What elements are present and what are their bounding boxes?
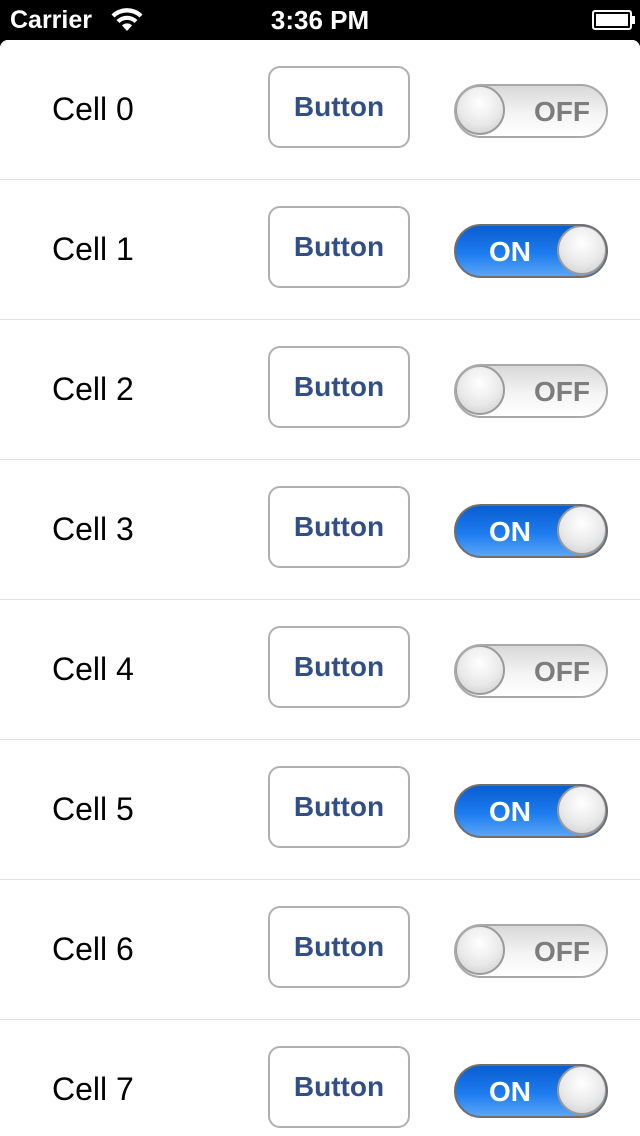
table-row[interactable]: Cell 4 Button OFF (0, 600, 640, 741)
toggle-switch[interactable]: OFF (454, 364, 608, 418)
switch-state-label: OFF (534, 936, 590, 967)
table-row[interactable]: Cell 3 Button ON (0, 460, 640, 601)
cell-button[interactable]: Button (268, 486, 410, 568)
toggle-switch[interactable]: OFF (454, 924, 608, 978)
toggle-switch[interactable]: ON (454, 504, 608, 558)
switch-knob[interactable] (557, 1066, 606, 1115)
toggle-switch[interactable]: ON (454, 784, 608, 838)
cell-label: Cell 0 (52, 91, 134, 127)
toggle-switch[interactable]: ON (454, 224, 608, 278)
cell-label: Cell 1 (52, 231, 134, 267)
switch-state-label: OFF (534, 376, 590, 407)
toggle-switch[interactable]: OFF (454, 644, 608, 698)
cell-button[interactable]: Button (268, 906, 410, 988)
cell-label: Cell 6 (52, 931, 134, 967)
switch-knob[interactable] (557, 506, 606, 555)
switch-knob[interactable] (456, 926, 505, 975)
cell-label: Cell 4 (52, 651, 134, 687)
switch-knob[interactable] (557, 786, 606, 835)
table-row[interactable]: Cell 1 Button ON (0, 180, 640, 321)
switch-state-label: ON (489, 1076, 531, 1107)
table-row[interactable]: Cell 2 Button OFF (0, 320, 640, 461)
cell-button[interactable]: Button (268, 766, 410, 848)
cell-button[interactable]: Button (268, 66, 410, 148)
toggle-switch[interactable]: OFF (454, 84, 608, 138)
battery-icon (592, 10, 635, 30)
cell-button[interactable]: Button (268, 1046, 410, 1128)
switch-state-label: ON (489, 516, 531, 547)
table-row[interactable]: Cell 7 Button ON (0, 1020, 640, 1136)
switch-knob[interactable] (456, 646, 505, 695)
switch-knob[interactable] (456, 86, 505, 135)
switch-state-label: OFF (534, 656, 590, 687)
cell-label: Cell 3 (52, 511, 134, 547)
switch-knob[interactable] (557, 226, 606, 275)
switch-state-label: ON (489, 236, 531, 267)
table-view[interactable]: Cell 0 Button OFF Cell 1 Button ON Cell 2 Butto… (0, 40, 640, 1136)
cell-button[interactable]: Button (268, 626, 410, 708)
switch-state-label: ON (489, 796, 531, 827)
cell-button[interactable]: Button (268, 346, 410, 428)
switch-knob[interactable] (456, 366, 505, 415)
toggle-switch[interactable]: ON (454, 1064, 608, 1118)
cell-label: Cell 7 (52, 1071, 134, 1107)
status-bar: Carrier 3:36 PM (0, 0, 640, 40)
cell-button[interactable]: Button (268, 206, 410, 288)
table-row[interactable]: Cell 0 Button OFF (0, 40, 640, 181)
cell-label: Cell 5 (52, 791, 134, 827)
table-row[interactable]: Cell 5 Button ON (0, 740, 640, 881)
clock: 3:36 PM (270, 5, 370, 35)
cell-label: Cell 2 (52, 371, 134, 407)
switch-state-label: OFF (534, 96, 590, 127)
table-row[interactable]: Cell 6 Button OFF (0, 880, 640, 1021)
